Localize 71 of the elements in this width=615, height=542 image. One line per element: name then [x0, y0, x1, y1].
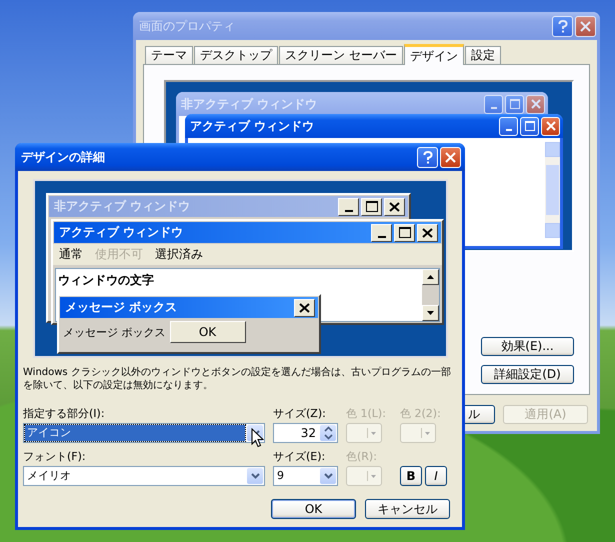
menu-item[interactable]: 選択済み: [155, 246, 203, 263]
maximize-icon: [394, 224, 415, 242]
tab[interactable]: テーマ: [145, 46, 193, 64]
field-label: 色 1(L):: [346, 406, 387, 420]
window-title: メッセージ ボックス: [65, 299, 178, 316]
chevron-down-icon: [247, 468, 263, 484]
spinner-value: 32: [300, 426, 317, 440]
dropdown-arrow-icon: [371, 474, 376, 478]
close-icon: [580, 20, 591, 32]
spinner-field[interactable]: 32: [273, 423, 338, 443]
window-title: アクティブ ウィンドウ: [190, 118, 316, 134]
button[interactable]: OK: [271, 499, 356, 519]
dropdown[interactable]: メイリオ: [23, 466, 265, 486]
minimize-icon: [484, 94, 503, 114]
button[interactable]: 効果(E)...: [481, 337, 574, 356]
question-mark-icon: [558, 20, 568, 32]
help-button[interactable]: [552, 16, 573, 36]
down-arrow-icon[interactable]: [427, 311, 434, 315]
field-label: サイズ(E):: [273, 449, 326, 463]
mouse-pointer-icon: [251, 428, 264, 448]
spinner-arrows-icon[interactable]: [320, 425, 336, 441]
maximize-icon: [520, 116, 539, 136]
help-button[interactable]: [417, 146, 438, 168]
close-icon: [384, 198, 405, 216]
field-label: サイズ(Z):: [273, 406, 327, 420]
window-title: デザインの詳細: [21, 148, 106, 166]
field-label: 色(R):: [346, 449, 378, 463]
close-icon: [541, 116, 560, 136]
window-title: アクティブ ウィンドウ: [59, 224, 184, 241]
close-icon: [417, 224, 438, 242]
dropdown-arrow-icon: [425, 432, 430, 434]
minimize-icon: [371, 224, 392, 242]
field-label: 色 2(2):: [400, 406, 442, 420]
close-button[interactable]: [440, 146, 461, 168]
message-text: メッセージ ボックス: [63, 324, 166, 340]
dropdown-arrow-icon: [371, 432, 376, 434]
tab[interactable]: スクリーン セーバー: [279, 46, 403, 64]
up-arrow-icon[interactable]: [427, 275, 434, 279]
description-text: Windows クラシック以外のウィンドウとボタンの設定を選んだ場合は、古いプログラムの一部を除いて、以下の設定は無効になります。: [23, 366, 452, 392]
menu-item[interactable]: 通常: [59, 246, 83, 263]
minimize-icon: [338, 198, 359, 216]
window-title: 非アクティブ ウィンドウ: [181, 96, 318, 112]
close-button[interactable]: [575, 16, 596, 36]
close-icon: [294, 298, 315, 316]
close-icon: [445, 152, 456, 162]
scrollbar[interactable]: [422, 269, 439, 321]
scrollbar[interactable]: [545, 142, 560, 238]
close-icon: [526, 94, 545, 114]
window-text: ウィンドウの文字: [57, 272, 155, 289]
dropdown[interactable]: アイコン: [23, 423, 265, 443]
font-style-button[interactable]: I: [425, 466, 447, 486]
field-label: 指定する部分(I):: [23, 406, 106, 420]
dropdown-value: メイリオ: [26, 468, 72, 484]
dropdown-value: アイコン: [25, 425, 245, 441]
tab[interactable]: デザイン: [404, 44, 464, 65]
font-style-button[interactable]: B: [400, 466, 422, 486]
tab[interactable]: デスクトップ: [194, 46, 278, 64]
dropdown[interactable]: 9: [273, 466, 338, 486]
button[interactable]: キャンセル: [365, 499, 450, 519]
window-title: 非アクティブ ウィンドウ: [54, 198, 192, 215]
minimize-icon: [499, 116, 518, 136]
maximize-icon: [361, 198, 382, 216]
tab[interactable]: 設定: [464, 46, 501, 64]
window-title: 画面のプロパティ: [139, 18, 236, 34]
maximize-icon: [505, 94, 524, 114]
field-label: フォント(F):: [23, 449, 87, 463]
button[interactable]: 詳細設定(D): [481, 365, 574, 384]
dropdown-value: 9: [276, 468, 285, 484]
question-mark-icon: [422, 150, 432, 164]
ok-button[interactable]: OK: [170, 321, 246, 343]
chevron-down-icon: [320, 468, 336, 484]
